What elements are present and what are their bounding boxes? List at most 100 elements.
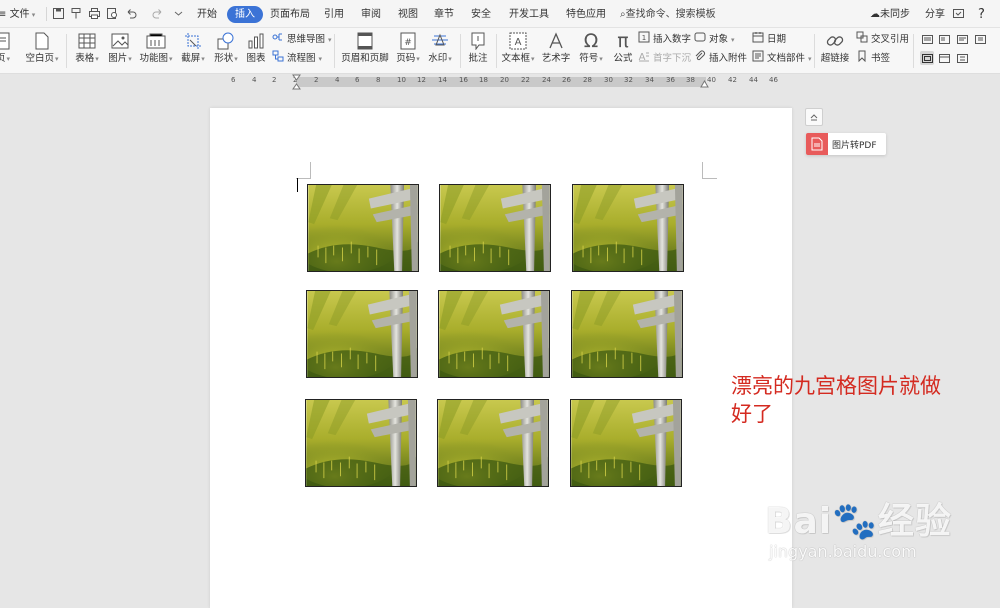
object-button[interactable]: 对象 <box>694 31 735 49</box>
flowchart-button[interactable]: 流程图 <box>272 50 322 68</box>
watermark-button[interactable]: 水印 <box>426 28 454 74</box>
undo-icon[interactable] <box>125 7 138 20</box>
grid-photo[interactable] <box>438 290 550 378</box>
collapse-up-icon <box>810 114 818 121</box>
format-painter-icon[interactable] <box>70 7 83 20</box>
tab-review[interactable]: 审阅 <box>361 0 381 28</box>
picture-button[interactable]: 图片 <box>105 28 135 74</box>
wordart-button[interactable]: 艺术字 <box>540 28 572 74</box>
grid-photo[interactable] <box>572 184 684 272</box>
view-layout-4-icon[interactable] <box>973 32 987 46</box>
menu-bar: ≡ 文件 ▾ 开始 插入 页面布局 引用 审阅 视图 章节 安全 开发工具 特色… <box>0 0 1000 28</box>
ruler-label: 30 <box>604 76 613 84</box>
symbol-button[interactable]: Ω 符号 <box>576 28 606 74</box>
page-number-button[interactable]: # 页码 <box>394 28 422 74</box>
hyperlink-button[interactable]: 超链接 <box>820 28 850 74</box>
ruler-label: 10 <box>397 76 406 84</box>
sync-status[interactable]: ☁未同步 <box>870 0 910 28</box>
view-layout-2-icon[interactable] <box>937 32 951 46</box>
blank-page-icon <box>24 30 60 52</box>
ruler-label: 12 <box>417 76 426 84</box>
header-footer-icon <box>340 30 390 52</box>
pi-formula-icon: π <box>617 30 629 52</box>
tab-references[interactable]: 引用 <box>324 0 344 28</box>
tab-home[interactable]: 开始 <box>197 0 217 28</box>
insert-ribbon: 页 空白页 表格 图片 功能图 截屏 形状 图表 思维导图 流程图 页眉和页脚 <box>0 28 1000 74</box>
ruler-label: 6 <box>231 76 236 84</box>
tab-view[interactable]: 视图 <box>398 0 418 28</box>
tab-security[interactable]: 安全 <box>471 0 491 28</box>
watermark-url: jingyan.baidu.com <box>769 542 917 561</box>
header-footer-button[interactable]: 页眉和页脚 <box>340 28 390 74</box>
grid-photo[interactable] <box>306 290 418 378</box>
chart-icon <box>244 30 268 52</box>
horizontal-ruler[interactable]: 6 4 2 2 2 4 6 8 10 12 14 16 18 20 22 24 26 28 30 32 34 36 38 40… <box>0 74 1000 90</box>
divider <box>913 34 914 68</box>
insert-attachment-button[interactable]: 插入附件 <box>694 50 747 68</box>
view-layout-3-icon[interactable] <box>955 32 969 46</box>
tab-chapter[interactable]: 章节 <box>434 0 454 28</box>
print-preview-icon[interactable] <box>106 7 119 20</box>
svg-text:1: 1 <box>642 34 646 42</box>
chart-button[interactable]: 图表 <box>244 28 268 74</box>
grid-photo[interactable] <box>571 290 683 378</box>
file-menu[interactable]: ≡ 文件 ▾ <box>0 0 35 28</box>
object-icon <box>694 31 706 50</box>
indent-marker-icon[interactable] <box>292 74 301 90</box>
save-icon[interactable] <box>52 7 65 20</box>
help-button[interactable]: ? <box>978 0 985 28</box>
grid-photo[interactable] <box>437 399 549 487</box>
print-icon[interactable] <box>88 7 101 20</box>
grid-photo[interactable] <box>305 399 417 487</box>
ruler-label: 32 <box>624 76 633 84</box>
grid-photo[interactable] <box>439 184 551 272</box>
blank-page-button[interactable]: 空白页 <box>24 28 60 74</box>
doc-parts-button[interactable]: 文档部件 <box>752 50 812 68</box>
date-button[interactable]: 日期 <box>752 31 786 49</box>
image-to-pdf-button[interactable]: 图片转PDF <box>806 133 886 155</box>
ruler-label: 14 <box>438 76 447 84</box>
formula-button[interactable]: π 公式 <box>610 28 636 74</box>
view-page-icon[interactable] <box>920 51 934 65</box>
drop-cap-button[interactable]: A 首字下沉 <box>638 50 691 68</box>
cross-reference-button[interactable]: 交叉引用 <box>856 31 909 49</box>
annotation-text: 漂亮的九宫格图片就做好了 <box>731 374 941 426</box>
redo-icon[interactable] <box>151 7 164 20</box>
tab-featured[interactable]: 特色应用 <box>566 0 606 28</box>
ruler-label: 4 <box>335 76 340 84</box>
grid-photo[interactable] <box>570 399 682 487</box>
share-button[interactable]: 分享 <box>925 0 945 28</box>
page-button[interactable]: 页 <box>0 28 14 74</box>
svg-text:#: # <box>404 38 412 48</box>
ruler-label: 26 <box>562 76 571 84</box>
paperclip-icon <box>694 50 706 69</box>
function-chart-button[interactable]: 功能图 <box>138 28 174 74</box>
crop-mark <box>296 162 311 179</box>
comment-button[interactable]: 批注 <box>465 28 491 74</box>
grid-photo[interactable] <box>307 184 419 272</box>
tab-insert[interactable]: 插入 <box>227 6 263 23</box>
insert-number-button[interactable]: 1 插入数字 <box>638 31 691 49</box>
table-button[interactable]: 表格 <box>72 28 102 74</box>
tab-developer-tools[interactable]: 开发工具 <box>509 0 549 28</box>
screenshot-button[interactable]: 截屏 <box>178 28 208 74</box>
view-outline-icon[interactable] <box>955 51 969 65</box>
textbox-button[interactable]: A 文本框 <box>500 28 536 74</box>
comment-icon <box>465 30 491 52</box>
ruler-label: 22 <box>521 76 530 84</box>
view-web-icon[interactable] <box>937 51 951 65</box>
tab-page-layout[interactable]: 页面布局 <box>270 0 310 28</box>
watermark-logo: Bai🐾经验 <box>765 501 952 542</box>
right-indent-marker-icon[interactable] <box>700 80 709 88</box>
collapse-panel-button[interactable] <box>805 108 823 126</box>
view-layout-1-icon[interactable] <box>920 32 934 46</box>
textbox-icon: A <box>500 30 536 52</box>
watermark-icon <box>426 30 454 52</box>
command-search[interactable]: ⌕查找命令、搜索模板 <box>620 0 716 28</box>
menu-hamburger-icon: ≡ <box>0 9 7 20</box>
mindmap-button[interactable]: 思维导图 <box>272 31 332 49</box>
customize-chevron-icon[interactable] <box>172 7 185 20</box>
shape-button[interactable]: 形状 <box>211 28 241 74</box>
skin-icon[interactable] <box>952 7 965 20</box>
bookmark-button[interactable]: 书签 <box>856 50 890 68</box>
